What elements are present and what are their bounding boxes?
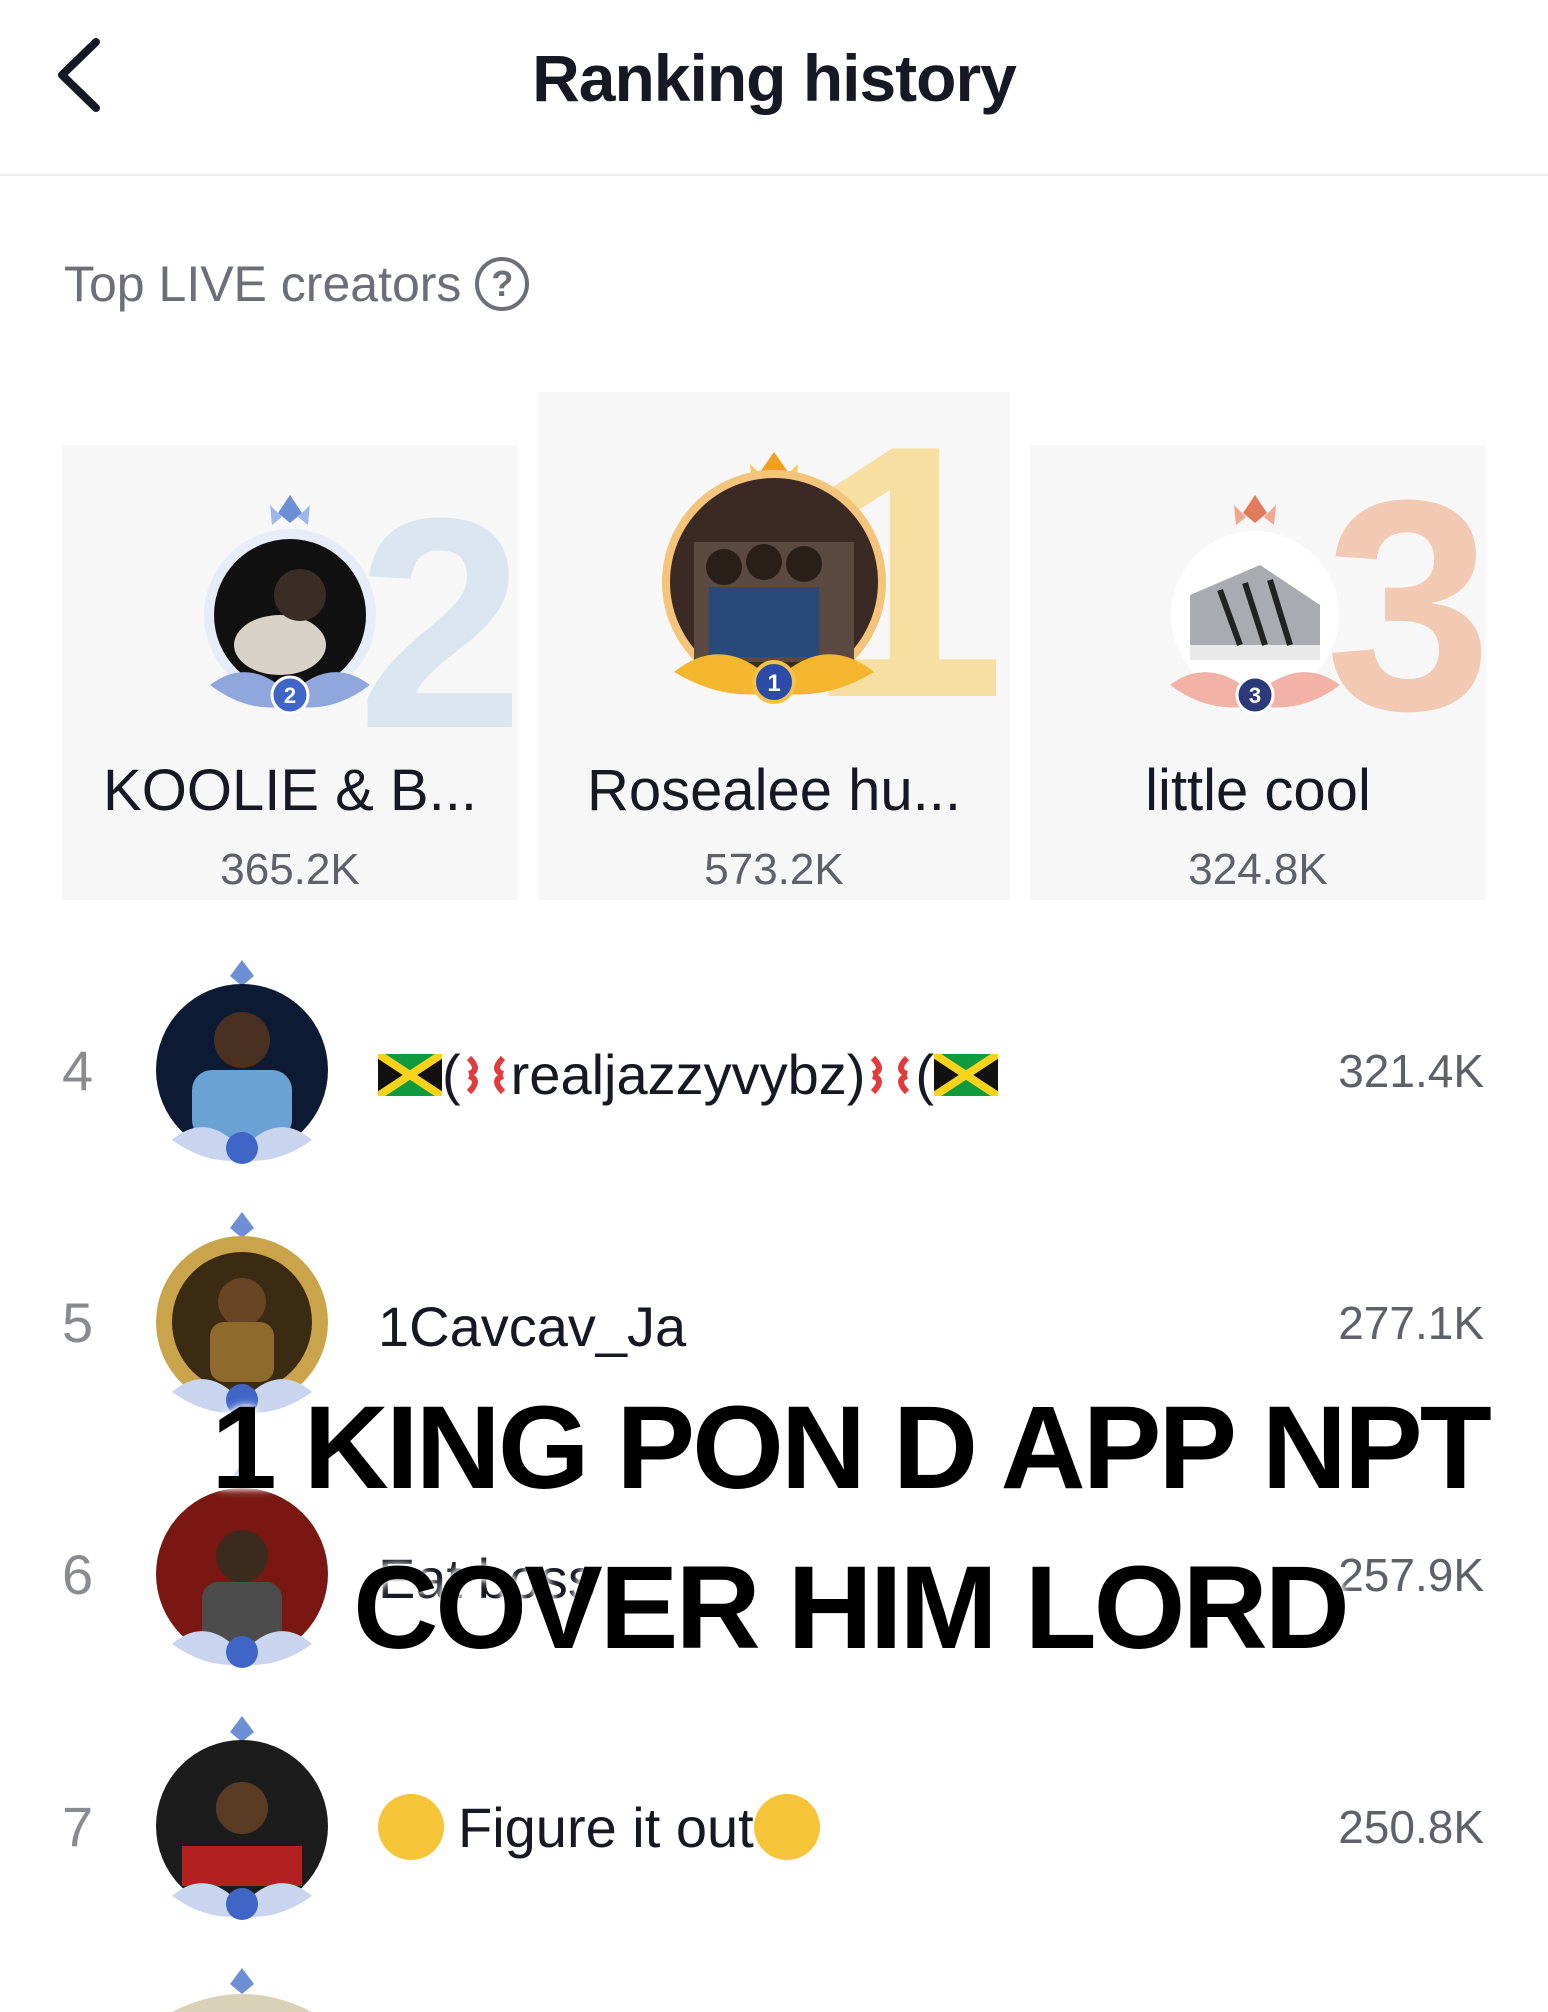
- creator-name-text: realjazzyvybz: [510, 1043, 847, 1106]
- podium-card-rank-3[interactable]: 3 3 little cool 324.8K: [1030, 445, 1486, 900]
- score: 250.8K: [1338, 1801, 1484, 1853]
- rank-number: 4: [62, 1039, 94, 1102]
- rank-number: 6: [62, 1543, 94, 1606]
- anger-icon: [466, 1055, 505, 1094]
- svg-text:2: 2: [284, 683, 296, 708]
- svg-text:1: 1: [767, 670, 780, 697]
- podium-name: Rosealee hu...: [586, 758, 962, 823]
- overlay-line-1: 1 KING PON D APP NPT: [211, 1382, 1492, 1514]
- overlay-line-2: COVER HIM LORD: [353, 1542, 1350, 1674]
- podium-card-rank-1[interactable]: 1 1 Rosealee hu... 573.2K: [538, 392, 1010, 900]
- name-prefix: (: [442, 1043, 461, 1106]
- svg-text:3: 3: [1249, 683, 1261, 708]
- creator-name: Figure it out: [378, 1794, 820, 1860]
- podium-name: little cool: [1145, 758, 1371, 823]
- rank-1-crown-frame: 1: [662, 452, 886, 704]
- name-suffix: ): [846, 1043, 866, 1106]
- podium-card-rank-2[interactable]: 2 2 KOOLIE & B... 365.2K: [62, 445, 518, 900]
- name-prefix: (: [915, 1043, 935, 1106]
- rank-number: 5: [62, 1291, 94, 1354]
- next-row-avatar: [172, 1968, 312, 2012]
- jamaica-flag-icon: [378, 1053, 442, 1096]
- rank-2-crown-frame: 2: [204, 495, 376, 715]
- rank-3-crown-frame: 3: [1170, 495, 1340, 715]
- page-title: Ranking history: [532, 41, 1017, 115]
- podium-name: KOOLIE & B...: [103, 758, 477, 823]
- creator-name-text: Figure it out: [458, 1795, 754, 1859]
- creator-name: 1Cavcav_Ja: [378, 1295, 687, 1358]
- question-circle-icon[interactable]: ?: [475, 257, 530, 311]
- section-label: Top LIVE creators ?: [64, 255, 530, 313]
- section-label-text: Top LIVE creators: [64, 256, 462, 312]
- list-item[interactable]: 7 Figure it out 250.8K: [0, 1716, 1548, 1920]
- top-bar: Ranking history: [0, 0, 1548, 176]
- jamaica-flag-icon: [934, 1053, 999, 1096]
- score: 321.4K: [1338, 1045, 1484, 1097]
- score: 277.1K: [1338, 1297, 1484, 1349]
- dizzy-face-icon: [378, 1794, 444, 1860]
- list-item[interactable]: 4 ( realjazzyvybz ) ( 321.4K: [0, 960, 1548, 1164]
- dizzy-face-icon: [753, 1794, 820, 1860]
- creator-name: ( realjazzyvybz ) (: [378, 1042, 999, 1107]
- rank-number: 7: [62, 1795, 94, 1858]
- overlay-caption: 1 KING PON D APP NPT COVER HIM LORD: [190, 1368, 1510, 1688]
- podium-score: 573.2K: [704, 845, 844, 894]
- anger-icon: [871, 1055, 910, 1094]
- avatar: [156, 960, 328, 1164]
- avatar: [156, 1716, 328, 1920]
- podium-score: 324.8K: [1188, 845, 1328, 894]
- podium-score: 365.2K: [220, 845, 360, 894]
